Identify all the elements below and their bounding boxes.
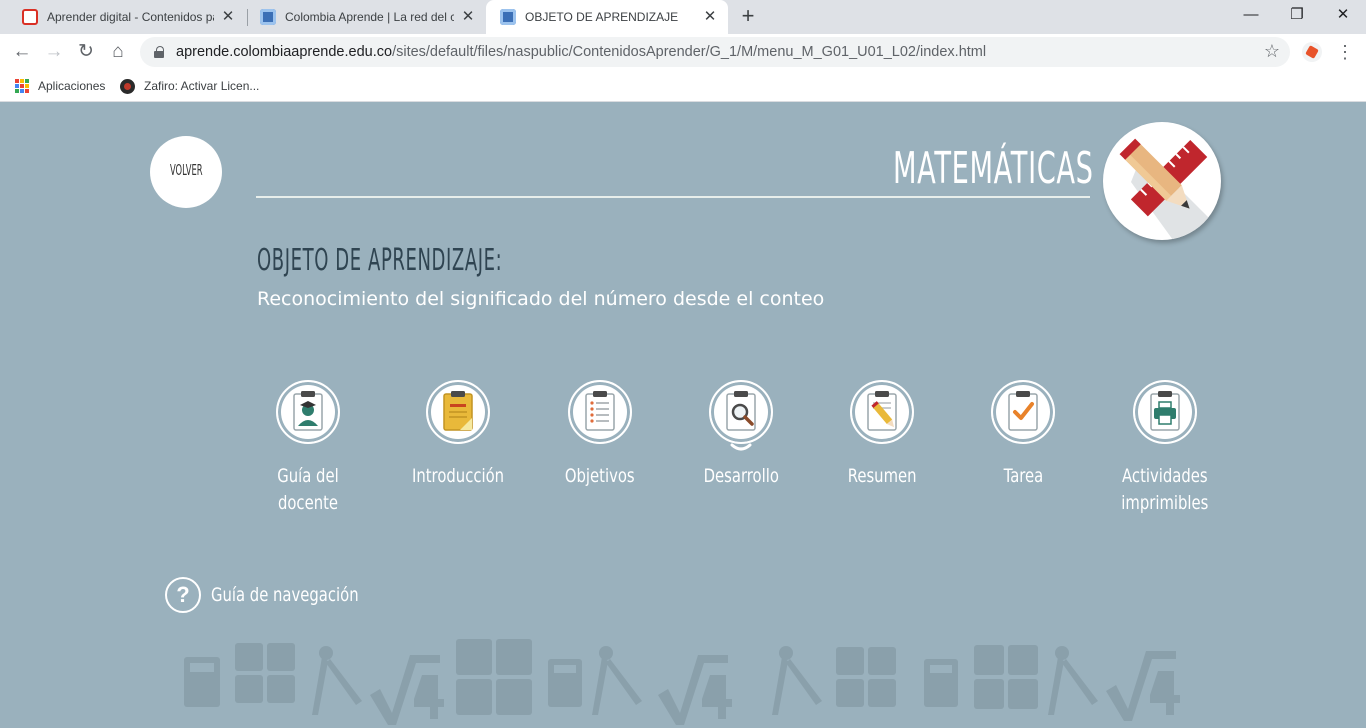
operations-grid-icon: [235, 643, 295, 703]
compass-icon: [312, 646, 362, 715]
teacher-clipboard-icon: [293, 391, 323, 431]
square-root-four-icon: [370, 655, 444, 725]
compass-icon: [772, 646, 822, 715]
close-window-button[interactable]: ✕: [1320, 0, 1366, 30]
menu-label: Objetivos: [565, 465, 635, 487]
menu-icon-circle: [709, 380, 773, 444]
bookmark-zafiro[interactable]: Zafiro: Activar Licen...: [120, 77, 259, 95]
learning-object-title: Reconocimiento del significado del númer…: [257, 288, 825, 310]
close-icon[interactable]: ✕: [702, 9, 718, 25]
url-host: aprende.colombiaaprende.edu.co: [176, 44, 393, 60]
minimize-button[interactable]: —: [1228, 0, 1274, 30]
tab-title: Colombia Aprende | La red del co: [285, 10, 454, 24]
printer-icon: [1150, 391, 1180, 431]
browser-toolbar: ← → ↻ ⌂ aprende.colombiaaprende.edu.co /…: [0, 34, 1366, 70]
square-root-four-icon: [658, 655, 732, 725]
subject-title: MATEMÁTICAS: [893, 143, 1094, 194]
menu-icon-circle: [991, 380, 1055, 444]
compass-icon: [592, 646, 642, 715]
checklist-icon: [585, 391, 615, 431]
menu-icon-circle: [850, 380, 914, 444]
apps-grid-icon: [15, 79, 29, 93]
menu-icon-circle: [276, 380, 340, 444]
bookmark-label: Aplicaciones: [38, 79, 106, 93]
calculator-icon: [184, 657, 220, 707]
menu-icon-circle: [568, 380, 632, 444]
menu-label: Introducción: [411, 465, 505, 487]
new-tab-button[interactable]: +: [737, 5, 759, 27]
colombia-aprende-favicon: [260, 9, 276, 25]
navigation-guide-link[interactable]: ? Guía de navegación: [165, 577, 400, 613]
operations-grid-icon: [974, 645, 1038, 709]
tab-strip: Aprender digital - Contenidos pa ✕ Colom…: [0, 0, 1366, 34]
notebook-icon: [443, 391, 473, 431]
learning-object-label: OBJETO DE APRENDIZAJE:: [257, 243, 503, 278]
ruler-pencil-icon: [1119, 138, 1221, 240]
math-decoration-icons: [184, 639, 1180, 725]
menu-label: Tarea: [1003, 465, 1043, 487]
bookmarks-bar: Aplicaciones Zafiro: Activar Licen...: [0, 70, 1366, 102]
reload-icon[interactable]: ↻: [72, 38, 100, 66]
menu-icon-circle: [426, 380, 490, 444]
pencil-notes-icon: [867, 391, 897, 431]
star-icon[interactable]: ☆: [1264, 41, 1280, 62]
chevron-down-icon: [730, 443, 752, 451]
tab-colombia-aprende[interactable]: Colombia Aprende | La red del co ✕: [246, 0, 486, 34]
extension-icon[interactable]: [1302, 42, 1322, 62]
menu-icon-circle: [1133, 380, 1197, 444]
lock-icon[interactable]: [154, 46, 164, 58]
menu-label: Desarrollo: [703, 465, 779, 487]
tab-aprender-digital[interactable]: Aprender digital - Contenidos pa ✕: [8, 0, 246, 34]
tab-title: Aprender digital - Contenidos pa: [47, 10, 214, 24]
tab-title: OBJETO DE APRENDIZAJE: [525, 10, 679, 24]
aprender-digital-favicon: [22, 9, 38, 25]
calculator-icon: [548, 659, 582, 707]
learning-object-page: VOLVER MATEMÁTICAS OBJETO DE APRENDIZAJE…: [0, 103, 1366, 728]
question-mark-icon: ?: [165, 577, 201, 613]
operations-grid-icon: [836, 647, 896, 707]
checkmark-icon: [1008, 391, 1038, 431]
menu-label: Actividades imprimibles: [1121, 465, 1209, 514]
colombia-aprende-favicon: [500, 9, 516, 25]
calculator-icon: [924, 659, 958, 707]
navigation-guide-label: Guía de navegación: [211, 584, 359, 606]
kebab-menu-icon[interactable]: ⋮: [1336, 40, 1354, 64]
compass-icon: [1048, 646, 1098, 715]
zafiro-icon: [120, 78, 135, 94]
menu-label: Guía del docente: [277, 465, 339, 514]
menu-label: Resumen: [847, 465, 917, 487]
math-subject-badge: [1103, 122, 1221, 240]
bookmark-label: Zafiro: Activar Licen...: [144, 79, 260, 93]
address-bar[interactable]: aprende.colombiaaprende.edu.co /sites/de…: [140, 37, 1290, 67]
forward-arrow-icon[interactable]: →: [40, 38, 68, 66]
restore-button[interactable]: ❐: [1274, 0, 1320, 30]
square-root-four-icon: [1106, 651, 1180, 721]
close-icon[interactable]: ✕: [460, 9, 476, 25]
magnifier-icon: [726, 391, 756, 431]
bookmark-aplicaciones[interactable]: Aplicaciones: [15, 77, 105, 95]
url-path: /sites/default/files/naspublic/Contenido…: [392, 44, 987, 60]
operations-grid-icon: [456, 639, 532, 715]
back-arrow-icon[interactable]: ←: [8, 38, 36, 66]
tab-objeto-de-aprendizaje[interactable]: OBJETO DE APRENDIZAJE ✕: [486, 0, 728, 34]
header-divider: [256, 196, 1090, 198]
back-button[interactable]: VOLVER: [150, 136, 222, 208]
home-icon[interactable]: ⌂: [104, 38, 132, 66]
close-icon[interactable]: ✕: [220, 9, 236, 25]
back-button-label: VOLVER: [169, 161, 203, 179]
